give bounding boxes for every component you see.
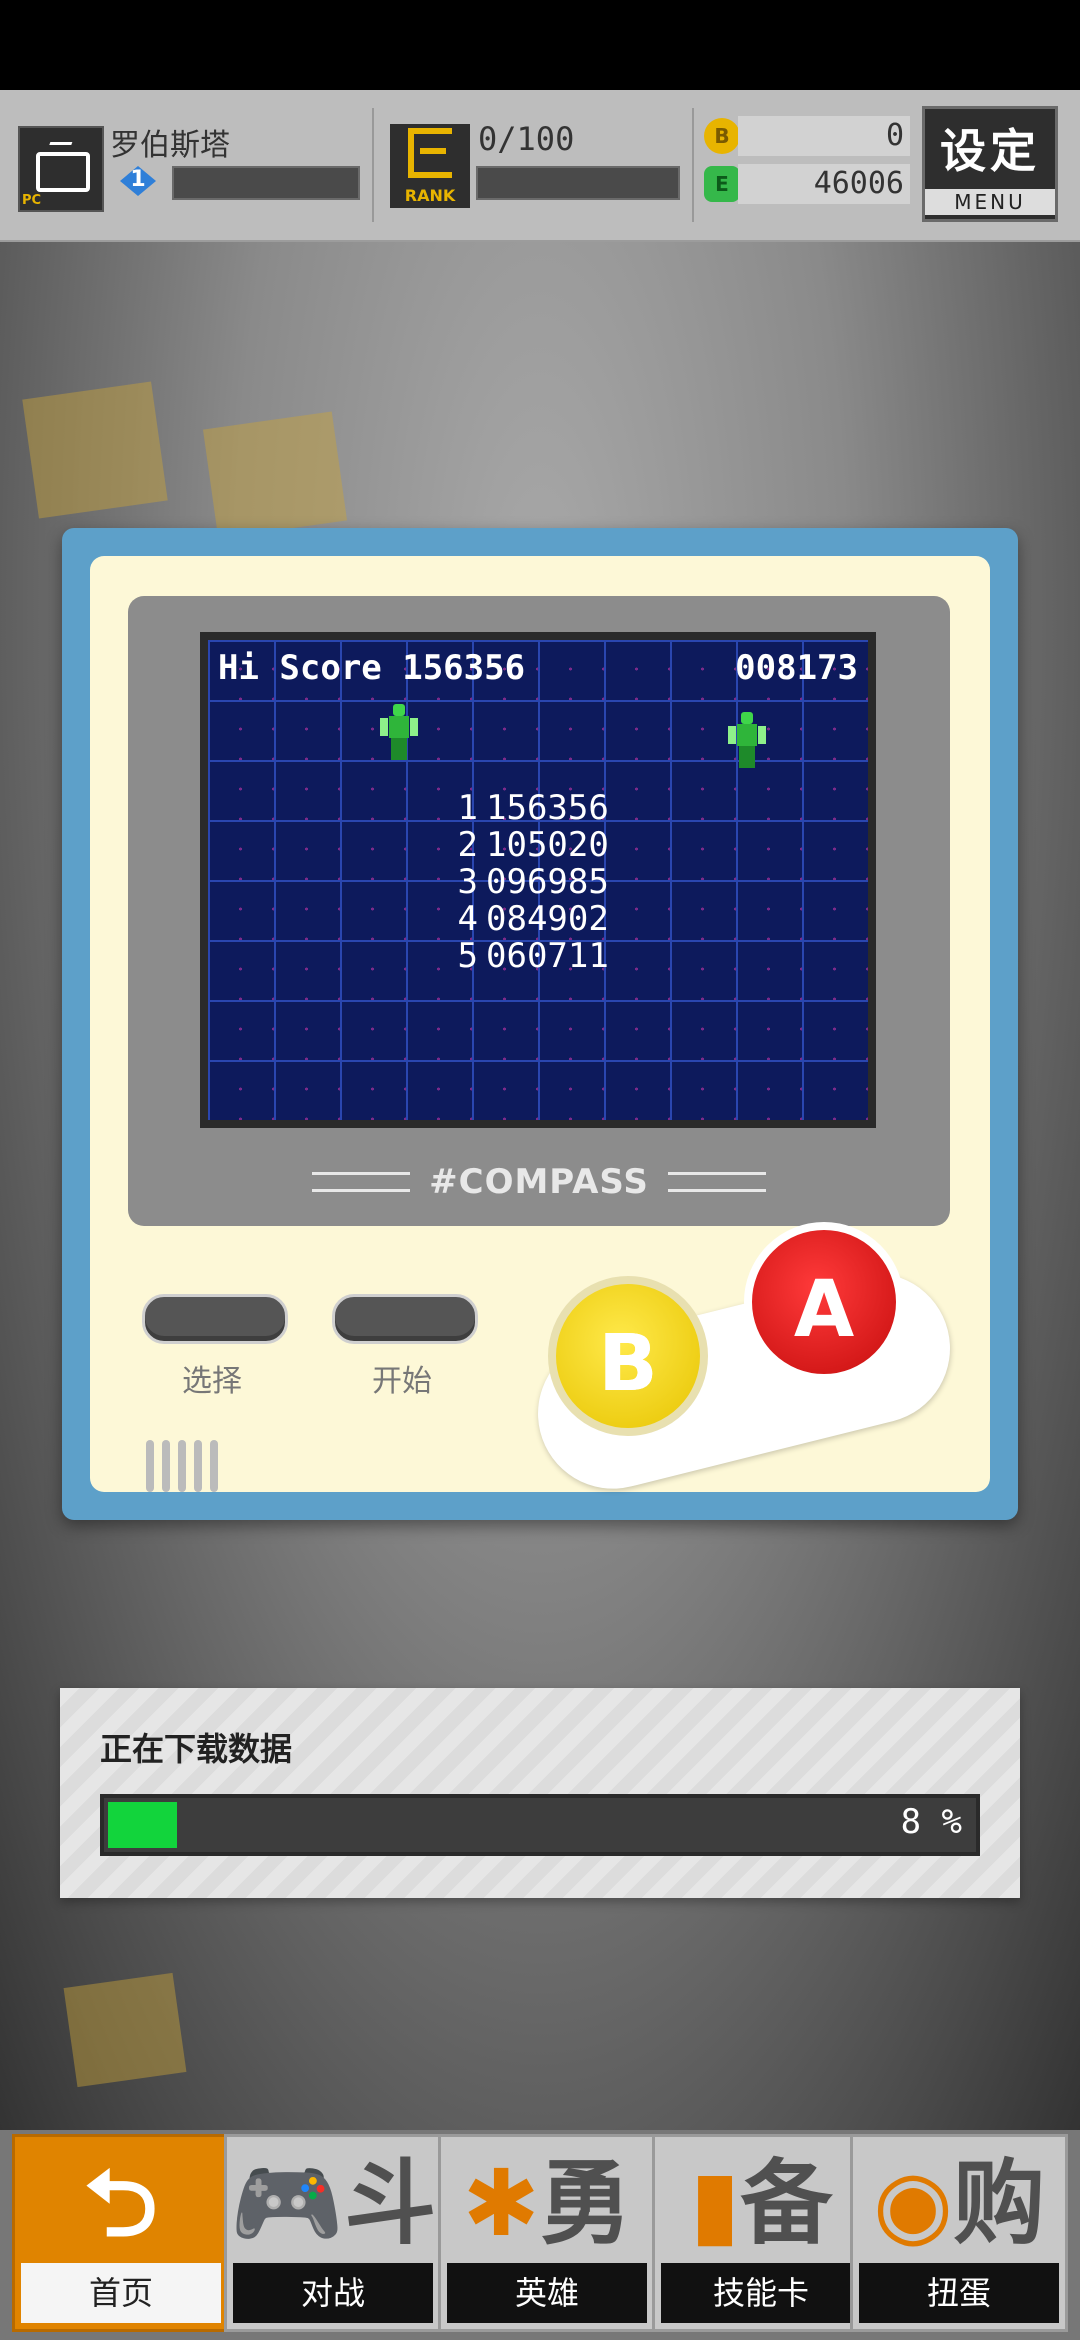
high-score-row: 5 060711 <box>448 938 609 975</box>
gamepad-icon: 🎮斗 <box>229 2150 437 2257</box>
player-level: 1 <box>130 167 146 192</box>
high-score-row: 2 105020 <box>448 827 609 864</box>
player-avatar[interactable]: PC <box>18 126 104 212</box>
high-score-row: 3 096985 <box>448 864 609 901</box>
download-status-label: 正在下载数据 <box>100 1730 293 1768</box>
nav-tab-label: 英雄 <box>447 2263 647 2323</box>
nav-tab-home[interactable]: ⮌ 首页 <box>12 2134 230 2332</box>
a-button[interactable]: A <box>744 1222 904 1382</box>
menu-subtitle: MENU <box>925 189 1055 215</box>
rank-badge-icon: RANK <box>390 124 470 208</box>
player-level-badge: 1 <box>110 166 166 196</box>
console-brand: #COMPASS <box>128 1162 950 1202</box>
console-body: Hi Score 156356 008173 1156356 2105020 <box>90 556 990 1505</box>
tv-icon <box>36 152 90 192</box>
high-score-rank: 4 <box>457 899 478 939</box>
high-score-value: 156356 <box>486 788 609 828</box>
status-bar <box>0 0 1080 90</box>
menu-button[interactable]: 设定 MENU <box>922 106 1058 222</box>
high-score-rank: 1 <box>457 788 478 828</box>
game-screen[interactable]: Hi Score 156356 008173 1156356 2105020 <box>200 632 876 1128</box>
select-button[interactable] <box>142 1294 288 1344</box>
speaker-vent <box>210 1440 218 1492</box>
player-name: 罗伯斯塔 <box>110 128 230 163</box>
handheld-console: Hi Score 156356 008173 1156356 2105020 <box>62 528 1018 1520</box>
high-score-value: 105020 <box>486 825 609 865</box>
hero-icon: ✱勇 <box>462 2150 632 2257</box>
player-exp-bar <box>172 166 360 200</box>
b-button[interactable]: B <box>548 1276 708 1436</box>
hi-score-label: Hi Score 156356 <box>218 648 526 688</box>
background-decoration <box>202 411 348 539</box>
nav-tab-skill-card[interactable]: ▮备 技能卡 <box>652 2134 870 2332</box>
high-score-value: 084902 <box>486 899 609 939</box>
card-icon: ▮备 <box>689 2150 833 2257</box>
gacha-icon: ◉购 <box>872 2150 1046 2257</box>
header-divider <box>692 108 694 222</box>
nav-tab-label: 首页 <box>21 2263 221 2323</box>
coin-count: 0 <box>738 116 910 156</box>
nav-tab-gacha[interactable]: ◉购 扭蛋 <box>850 2134 1068 2332</box>
rank-progress-text: 0/100 <box>478 120 575 158</box>
high-score-rank: 2 <box>457 825 478 865</box>
return-arrow-icon: ⮌ <box>84 2150 158 2257</box>
nav-tab-label: 技能卡 <box>661 2263 861 2323</box>
top-header: PC 罗伯斯塔 1 RANK 0/100 B 0 E 46006 设定 MENU <box>0 90 1080 242</box>
brand-decoration <box>312 1172 411 1192</box>
background-decoration <box>63 1972 187 2088</box>
download-panel: 正在下载数据 8 % <box>60 1688 1020 1898</box>
high-score-value: 060711 <box>486 936 609 976</box>
background-decoration <box>22 381 168 519</box>
high-score-row: 4 084902 <box>448 901 609 938</box>
bottom-nav: ⮌ 首页 🎮斗 对战 ✱勇 英雄 ▮备 技能卡 ◉购 扭蛋 <box>0 2130 1080 2340</box>
high-score-rank: 5 <box>457 936 478 976</box>
current-score: 008173 <box>735 648 858 688</box>
energy-icon: E <box>704 166 740 202</box>
brand-decoration <box>667 1172 766 1192</box>
nav-tab-hero[interactable]: ✱勇 英雄 <box>438 2134 656 2332</box>
start-button[interactable] <box>332 1294 478 1344</box>
download-progress-bar: 8 % <box>100 1794 980 1856</box>
brand-logo: #COMPASS <box>429 1162 649 1202</box>
rank-label: RANK <box>404 186 456 205</box>
download-progress-text: 8 % <box>900 1802 962 1842</box>
menu-title: 设定 <box>940 124 1040 178</box>
speaker-vent <box>146 1440 154 1492</box>
high-score-rank: 3 <box>457 862 478 902</box>
energy-count: 46006 <box>738 164 910 204</box>
download-progress-fill <box>108 1802 177 1848</box>
nav-tab-battle[interactable]: 🎮斗 对战 <box>224 2134 442 2332</box>
rank-progress-bar <box>476 166 680 200</box>
speaker-vent <box>194 1440 202 1492</box>
enemy-sprite <box>728 712 766 768</box>
speaker-vent <box>162 1440 170 1492</box>
select-label: 选择 <box>182 1364 242 1399</box>
high-score-row: 1 156356 <box>448 790 609 827</box>
nav-tab-label: 对战 <box>233 2263 433 2323</box>
high-score-table: 1 156356 2 105020 3 096985 4 084902 5 060711 <box>448 790 609 975</box>
platform-tag: PC <box>22 193 42 208</box>
nav-tab-label: 扭蛋 <box>859 2263 1059 2323</box>
header-divider <box>372 108 374 222</box>
start-label: 开始 <box>372 1364 432 1399</box>
screen-bezel: Hi Score 156356 008173 1156356 2105020 <box>128 596 950 1226</box>
player-sprite <box>380 704 418 760</box>
speaker-vent <box>178 1440 186 1492</box>
high-score-value: 096985 <box>486 862 609 902</box>
coin-icon: B <box>704 118 740 154</box>
